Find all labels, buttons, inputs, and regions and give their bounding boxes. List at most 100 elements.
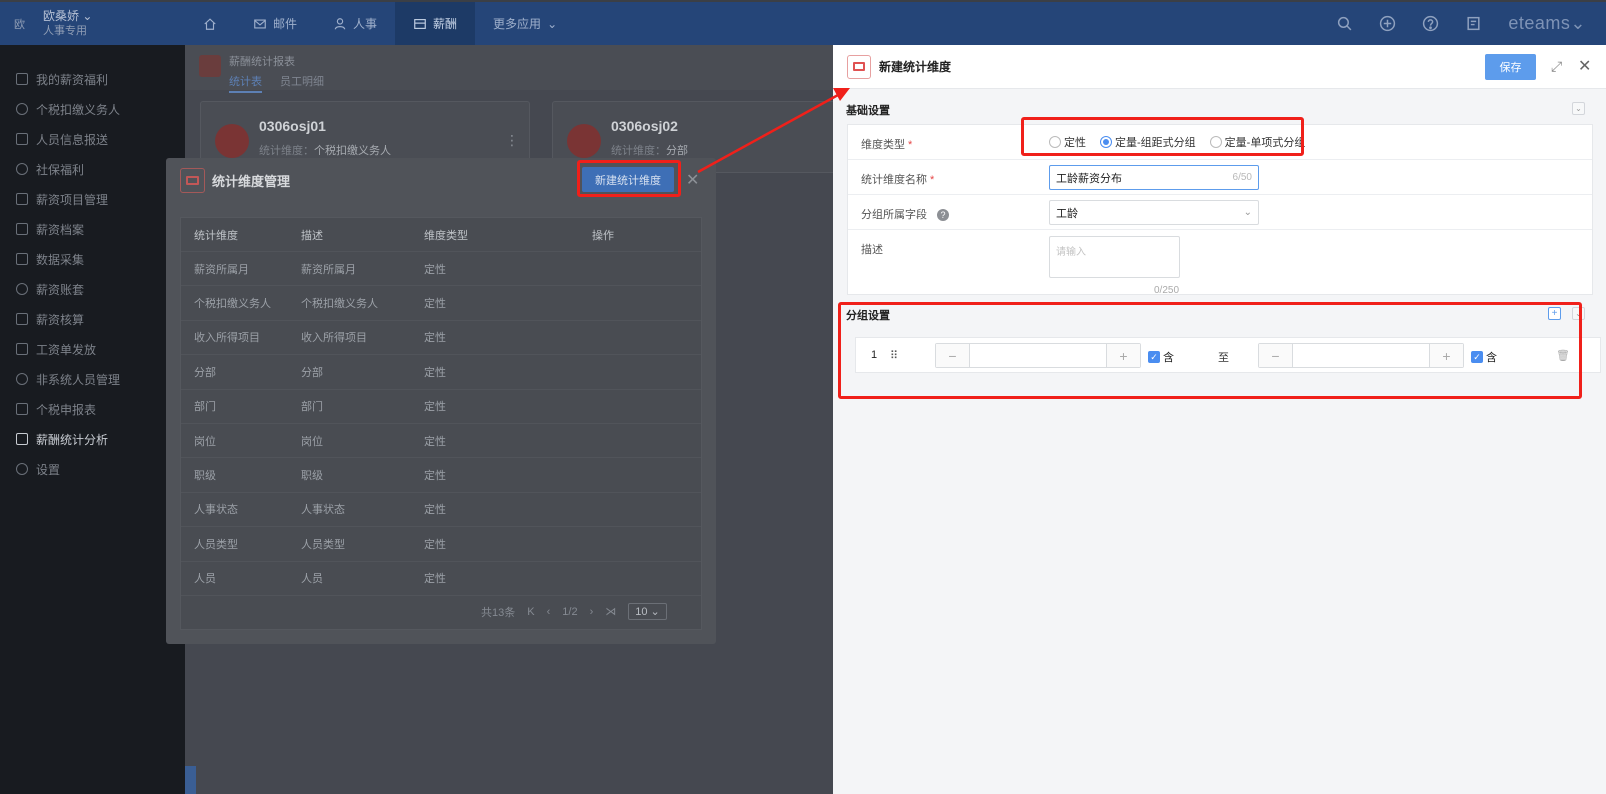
sidebar-item-data-collection[interactable]: 数据采集 — [0, 244, 185, 274]
table-row[interactable]: 岗位 岗位 定性 — [181, 424, 701, 459]
nav-more-label: 更多应用 — [493, 17, 542, 31]
cell-dimension: 薪资所属月 — [194, 263, 249, 276]
sidebar-item-social-security[interactable]: 社保福利 — [0, 154, 185, 184]
next-page-icon[interactable]: › — [590, 606, 594, 618]
sidebar-item-salary-files[interactable]: 薪资档案 — [0, 214, 185, 244]
radio-quantitative-interval[interactable]: 定量-组距式分组 — [1100, 134, 1196, 150]
upper-bound-input[interactable] — [1292, 344, 1430, 367]
tab-statistics[interactable]: 统计表 — [229, 73, 262, 93]
radio-qualitative[interactable]: 定性 — [1049, 134, 1086, 150]
sidebar-item-my-salary[interactable]: 我的薪资福利 — [0, 64, 185, 94]
notes-icon[interactable] — [1465, 15, 1482, 32]
nav-salary[interactable]: 薪酬 — [395, 2, 476, 45]
wallet-icon — [847, 54, 871, 79]
help-icon[interactable]: ? — [937, 209, 949, 222]
table-row[interactable]: 收入所得项目 收入所得项目 定性 — [181, 321, 701, 356]
trash-icon[interactable]: 🗑 — [1556, 349, 1570, 362]
form-row-name: 统计维度名称 * 工龄薪资分布 6/50 — [848, 160, 1592, 195]
plus-icon[interactable]: + — [1107, 344, 1140, 367]
group-field-select[interactable]: 工龄 ⌄ — [1049, 200, 1259, 225]
type-radio-group: 定性 定量-组距式分组 定量-单项式分组 — [1049, 134, 1305, 150]
add-circle-icon[interactable] — [1379, 15, 1396, 32]
add-row-icon[interactable]: + — [1548, 307, 1561, 320]
close-icon[interactable]: ✕ — [686, 170, 699, 190]
sidebar-item-salary-items[interactable]: 薪资项目管理 — [0, 184, 185, 214]
table-row[interactable]: 部门 部门 定性 — [181, 390, 701, 424]
new-dimension-button[interactable]: 新建统计维度 — [582, 167, 674, 192]
include-lower-checkbox[interactable]: ✓ 含 — [1148, 349, 1174, 365]
sidebar-item-label: 薪资项目管理 — [36, 192, 109, 207]
sidebar-item-salary-calc[interactable]: 薪资核算 — [0, 304, 185, 334]
dimension-value: 个税扣缴义务人 — [314, 145, 391, 157]
help-circle-icon[interactable] — [1422, 15, 1439, 32]
collapse-icon[interactable]: ⌄ — [1572, 307, 1585, 320]
sidebar-item-salary-analysis[interactable]: 薪酬统计分析 — [0, 424, 185, 454]
lower-bound-input[interactable] — [969, 344, 1107, 367]
plus-icon[interactable]: + — [1430, 344, 1463, 367]
side-tab-handle[interactable] — [185, 766, 196, 794]
first-page-icon[interactable]: K — [527, 606, 534, 618]
description-textarea[interactable]: 请输入 — [1049, 236, 1180, 278]
close-icon[interactable]: ✕ — [1578, 56, 1591, 76]
nav-mail[interactable]: 邮件 — [235, 2, 315, 45]
sidebar-item-non-system-staff[interactable]: 非系统人员管理 — [0, 364, 185, 394]
table-row[interactable]: 人员 人员 定性 — [181, 562, 701, 596]
report-card-icon — [215, 124, 249, 158]
search-icon[interactable] — [1336, 15, 1353, 32]
sidebar-item-payslip[interactable]: 工资单发放 — [0, 334, 185, 364]
eteams-logo[interactable]: eteams⌄ — [1508, 13, 1586, 34]
sidebar-item-salary-sets[interactable]: 薪资账套 — [0, 274, 185, 304]
table-row[interactable]: 人事状态 人事状态 定性 — [181, 493, 701, 528]
chevron-down-icon: ⌄ — [82, 8, 93, 23]
user-switcher[interactable]: 欧 欧桑娇 ⌄ 人事专用 — [0, 2, 185, 45]
page-size-select[interactable]: 10 ⌄ — [628, 603, 667, 620]
report-card-name: 0306osj02 — [611, 118, 678, 134]
cell-type: 定性 — [424, 435, 446, 448]
gear-icon — [16, 463, 28, 475]
report-card-icon — [567, 124, 601, 158]
sidebar-item-label: 工资单发放 — [36, 342, 97, 357]
drawer-title: 新建统计维度 — [879, 60, 952, 74]
chevron-down-icon: ⌄ — [1243, 207, 1252, 218]
more-vertical-icon[interactable]: ⋮ — [505, 132, 519, 149]
radio-circle — [1100, 136, 1112, 148]
save-button[interactable]: 保存 — [1485, 54, 1536, 80]
radio-label: 定性 — [1064, 137, 1086, 149]
name-label-text: 统计维度名称 — [861, 174, 927, 186]
tab-employee-detail[interactable]: 员工明细 — [280, 73, 324, 93]
nav-hr[interactable]: 人事 — [315, 2, 395, 45]
settings-ring-icon — [16, 283, 28, 295]
table-row[interactable]: 分部 分部 定性 — [181, 355, 701, 390]
expand-icon[interactable]: ⤢ — [1551, 58, 1562, 75]
input-value: 工龄薪资分布 — [1056, 172, 1122, 185]
last-page-icon[interactable]: ⋊ — [605, 605, 616, 618]
nav-more-apps[interactable]: 更多应用 ⌄ — [475, 2, 575, 45]
table-row[interactable]: 薪资所属月 薪资所属月 定性 — [181, 252, 701, 287]
sidebar-item-settings[interactable]: 设置 — [0, 454, 185, 484]
drag-handle-icon[interactable]: ⠿ — [890, 349, 898, 362]
table-row[interactable]: 职级 职级 定性 — [181, 458, 701, 493]
modal-title: 统计维度管理 — [212, 173, 291, 189]
form-row-field: 分组所属字段? 工龄 ⌄ — [848, 195, 1592, 230]
user-role: 人事专用 — [43, 24, 87, 37]
include-upper-checkbox[interactable]: ✓ 含 — [1471, 349, 1497, 365]
person-icon — [334, 17, 346, 30]
minus-icon[interactable]: − — [1259, 344, 1292, 367]
minus-icon[interactable]: − — [936, 344, 969, 367]
main-nav: 邮件 人事 薪酬 更多应用 ⌄ — [185, 2, 575, 45]
sidebar-item-tax-declaration[interactable]: 个税申报表 — [0, 394, 185, 424]
basic-settings-form: 维度类型 * 定性 定量-组距式分组 定量-单项式分组 统计维度名称 * 工龄薪资分… — [847, 124, 1593, 296]
sidebar-item-personnel-report[interactable]: 人员信息报送 — [0, 124, 185, 154]
cell-type: 定性 — [424, 470, 446, 483]
radio-quantitative-single[interactable]: 定量-单项式分组 — [1209, 134, 1305, 150]
dimension-name-input[interactable]: 工龄薪资分布 6/50 — [1049, 165, 1259, 190]
collapse-icon[interactable]: ⌄ — [1572, 102, 1585, 115]
prev-page-icon[interactable]: ‹ — [547, 606, 551, 618]
to-label: 至 — [1218, 352, 1229, 364]
table-row[interactable]: 个税扣缴义务人 个税扣缴义务人 定性 — [181, 286, 701, 321]
nav-home[interactable] — [185, 2, 235, 45]
table-row[interactable]: 人员类型 人员类型 定性 — [181, 527, 701, 562]
page-indicator: 1/2 — [562, 605, 578, 618]
company-logo: 欧 — [14, 18, 25, 31]
sidebar-item-tax-withholder[interactable]: 个税扣缴义务人 — [0, 94, 185, 124]
